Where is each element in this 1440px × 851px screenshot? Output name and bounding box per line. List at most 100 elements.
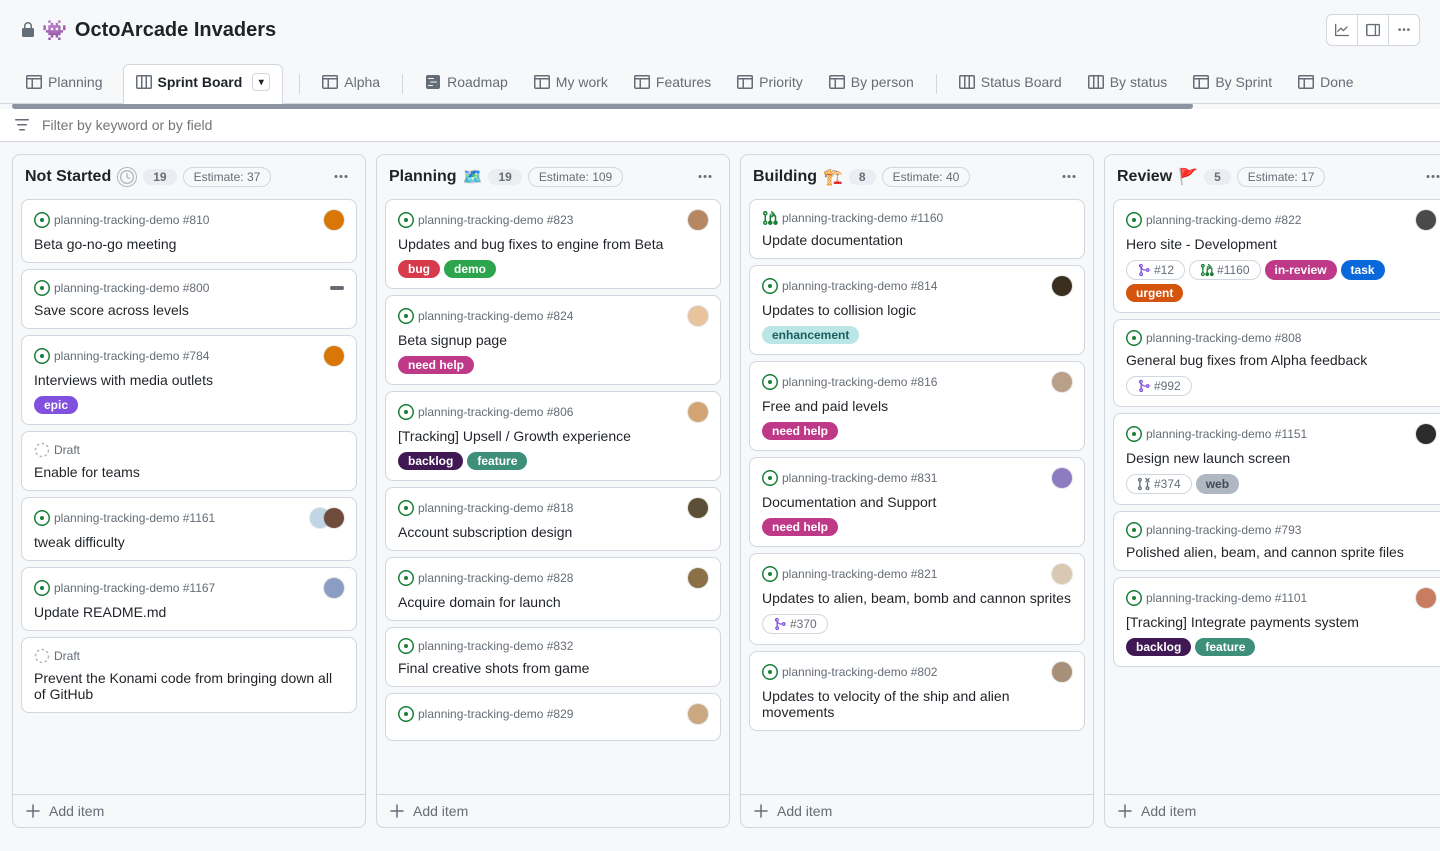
card[interactable]: planning-tracking-demo #1161 tweak diffi… — [21, 497, 357, 561]
linked-ref[interactable]: #370 — [762, 614, 828, 634]
card[interactable]: planning-tracking-demo #823 Updates and … — [385, 199, 721, 289]
assignee-avatars[interactable] — [330, 346, 344, 366]
avatar[interactable] — [1416, 210, 1436, 230]
card[interactable]: planning-tracking-demo #806 [Tracking] U… — [385, 391, 721, 481]
avatar[interactable] — [688, 498, 708, 518]
label[interactable]: feature — [1195, 638, 1255, 656]
assignee-avatars[interactable] — [1422, 588, 1436, 608]
avatar[interactable] — [1052, 662, 1072, 682]
assignee-avatars[interactable] — [694, 704, 708, 724]
assignee-avatars[interactable] — [694, 568, 708, 588]
avatar[interactable] — [324, 210, 344, 230]
panel-button[interactable] — [1357, 14, 1389, 46]
avatar[interactable] — [324, 346, 344, 366]
card[interactable]: Draft Prevent the Konami code from bring… — [21, 637, 357, 713]
tab-features[interactable]: Features — [628, 66, 717, 102]
linked-ref[interactable]: #1160 — [1189, 260, 1260, 280]
card[interactable]: planning-tracking-demo #1101 [Tracking] … — [1113, 577, 1440, 667]
avatar[interactable] — [1052, 372, 1072, 392]
card[interactable]: planning-tracking-demo #832 Final creati… — [385, 627, 721, 687]
card[interactable]: planning-tracking-demo #824 Beta signup … — [385, 295, 721, 385]
avatar[interactable] — [1052, 564, 1072, 584]
label[interactable]: feature — [467, 452, 527, 470]
label[interactable]: urgent — [1126, 284, 1183, 302]
card[interactable]: planning-tracking-demo #821 Updates to a… — [749, 553, 1085, 645]
card[interactable]: planning-tracking-demo #814 Updates to c… — [749, 265, 1085, 355]
assignee-avatars[interactable] — [1422, 424, 1436, 444]
card[interactable]: planning-tracking-demo #828 Acquire doma… — [385, 557, 721, 621]
avatar[interactable] — [1052, 468, 1072, 488]
label[interactable]: need help — [762, 518, 838, 536]
card[interactable]: planning-tracking-demo #1151 Design new … — [1113, 413, 1440, 505]
avatar[interactable] — [324, 578, 344, 598]
column-menu[interactable] — [329, 165, 353, 189]
assignee-avatars[interactable] — [1058, 662, 1072, 682]
project-title[interactable]: OctoArcade Invaders — [75, 19, 276, 42]
tab-sprint-board[interactable]: Sprint Board▾ — [123, 64, 284, 104]
assignee-avatars[interactable] — [694, 402, 708, 422]
card[interactable]: planning-tracking-demo #1160 Update docu… — [749, 199, 1085, 259]
assignee-avatars[interactable] — [1058, 276, 1072, 296]
assignee-avatars[interactable] — [694, 210, 708, 230]
label[interactable]: demo — [444, 260, 496, 278]
more-button[interactable] — [1388, 14, 1420, 46]
avatar[interactable] — [324, 508, 344, 528]
linked-ref[interactable]: #12 — [1126, 260, 1185, 280]
card[interactable]: planning-tracking-demo #810 Beta go-no-g… — [21, 199, 357, 263]
avatar[interactable] — [688, 568, 708, 588]
avatar[interactable] — [1416, 424, 1436, 444]
filter-input[interactable] — [42, 117, 442, 133]
insights-button[interactable] — [1326, 14, 1358, 46]
avatar[interactable] — [1416, 588, 1436, 608]
linked-ref[interactable]: #374 — [1126, 474, 1192, 494]
card[interactable]: planning-tracking-demo #808 General bug … — [1113, 319, 1440, 407]
column-menu[interactable] — [693, 165, 717, 189]
add-item-button[interactable]: Add item — [741, 794, 1093, 827]
card[interactable]: planning-tracking-demo #816 Free and pai… — [749, 361, 1085, 451]
tab-done[interactable]: Done — [1292, 66, 1359, 102]
card[interactable]: planning-tracking-demo #818 Account subs… — [385, 487, 721, 551]
assignee-avatars[interactable] — [694, 498, 708, 518]
tab-status-board[interactable]: Status Board — [953, 66, 1068, 102]
label[interactable]: backlog — [398, 452, 463, 470]
label[interactable]: bug — [398, 260, 440, 278]
label[interactable]: enhancement — [762, 326, 859, 344]
label[interactable]: epic — [34, 396, 78, 414]
tab-roadmap[interactable]: Roadmap — [419, 66, 514, 102]
avatar[interactable] — [1052, 276, 1072, 296]
tab-by-person[interactable]: By person — [823, 66, 920, 102]
tab-priority[interactable]: Priority — [731, 66, 809, 102]
avatar[interactable] — [688, 402, 708, 422]
card[interactable]: planning-tracking-demo #829 — [385, 693, 721, 741]
label[interactable]: need help — [398, 356, 474, 374]
assignee-avatars[interactable] — [694, 306, 708, 326]
label[interactable]: backlog — [1126, 638, 1191, 656]
avatar[interactable] — [688, 704, 708, 724]
card[interactable]: planning-tracking-demo #802 Updates to v… — [749, 651, 1085, 731]
tab-alpha[interactable]: Alpha — [316, 66, 386, 102]
tab-by-status[interactable]: By status — [1082, 66, 1174, 102]
card[interactable]: planning-tracking-demo #784 Interviews w… — [21, 335, 357, 425]
assignee-avatars[interactable] — [1422, 210, 1436, 230]
tab-my-work[interactable]: My work — [528, 66, 614, 102]
assignee-avatars[interactable] — [330, 578, 344, 598]
linked-ref[interactable]: #992 — [1126, 376, 1192, 396]
card[interactable]: planning-tracking-demo #793 Polished ali… — [1113, 511, 1440, 571]
card[interactable]: planning-tracking-demo #831 Documentatio… — [749, 457, 1085, 547]
label[interactable]: need help — [762, 422, 838, 440]
add-item-button[interactable]: Add item — [13, 794, 365, 827]
assignee-avatars[interactable] — [1058, 468, 1072, 488]
column-menu[interactable] — [1057, 165, 1081, 189]
card[interactable]: planning-tracking-demo #1167 Update READ… — [21, 567, 357, 631]
card[interactable]: planning-tracking-demo #800 Save score a… — [21, 269, 357, 329]
assignee-avatars[interactable] — [1058, 372, 1072, 392]
label[interactable]: web — [1196, 474, 1239, 494]
assignee-avatars[interactable] — [330, 210, 344, 230]
column-menu[interactable] — [1421, 165, 1440, 189]
caret-down-icon[interactable]: ▾ — [252, 73, 270, 91]
add-item-button[interactable]: Add item — [377, 794, 729, 827]
assignee-avatars[interactable] — [316, 508, 344, 528]
avatar[interactable] — [688, 306, 708, 326]
filter-icon[interactable] — [14, 117, 30, 133]
label[interactable]: task — [1341, 260, 1385, 280]
